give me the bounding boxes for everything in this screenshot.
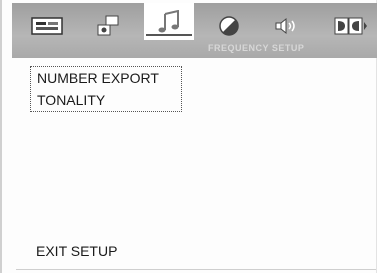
tab-general[interactable] xyxy=(22,11,72,41)
tab-video[interactable] xyxy=(204,11,254,41)
contrast-icon xyxy=(219,16,239,36)
setup-tab-bar: FREQUENCY SETUP xyxy=(12,3,377,58)
dolby-icon xyxy=(334,17,367,35)
section-title: FREQUENCY SETUP xyxy=(208,43,305,53)
menu-item-tonality[interactable]: TONALITY xyxy=(37,92,105,108)
volume-icon xyxy=(275,17,295,35)
speaker-icon xyxy=(97,15,119,36)
setup-menu: NUMBER EXPORT TONALITY xyxy=(30,66,182,112)
menu-item-number-export[interactable]: NUMBER EXPORT xyxy=(37,70,159,86)
bottom-divider xyxy=(16,269,376,270)
tab-speaker[interactable] xyxy=(262,11,312,41)
music-note-icon xyxy=(158,9,179,32)
monitor-icon xyxy=(31,17,63,35)
tab-audio[interactable] xyxy=(82,11,132,41)
tab-music[interactable] xyxy=(144,3,194,40)
exit-setup-button[interactable]: EXIT SETUP xyxy=(36,243,117,259)
setup-screen: FREQUENCY SETUP NUMBER EXPORT TONALITY E… xyxy=(0,0,377,273)
tab-dolby[interactable] xyxy=(326,11,376,41)
